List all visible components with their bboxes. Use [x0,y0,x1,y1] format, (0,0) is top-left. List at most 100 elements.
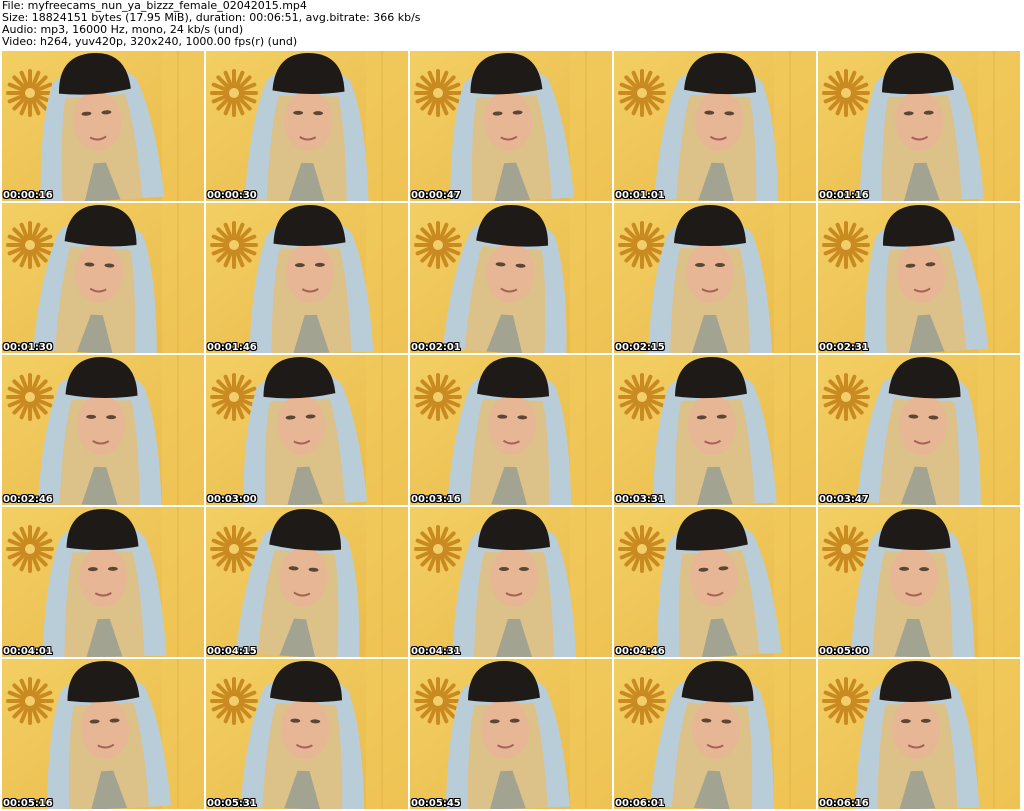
thumbnail-timestamp: 00:01:46 [207,342,257,353]
webcam-frame-image [818,203,1020,353]
sun-decoration-icon [822,677,870,725]
video-thumbnail: 00:03:31 [614,355,816,505]
thumbnail-timestamp: 00:03:00 [207,494,257,505]
thumbnail-timestamp: 00:03:47 [819,494,869,505]
sun-decoration-icon [6,373,54,421]
sun-decoration-icon [618,69,666,117]
webcam-frame-image [614,51,816,201]
webcam-frame-image [818,659,1020,809]
video-thumbnail: 00:02:46 [2,355,204,505]
thumbnail-timestamp: 00:05:31 [207,798,257,809]
sun-decoration-icon [414,221,462,269]
webcam-frame-image [614,659,816,809]
webcam-frame-image [410,355,612,505]
video-thumbnail: 00:05:45 [410,659,612,809]
sun-decoration-icon [6,677,54,725]
video-thumbnail: 00:00:30 [206,51,408,201]
thumbnail-timestamp: 00:01:01 [615,190,665,201]
video-thumbnail: 00:06:16 [818,659,1020,809]
file-info-header: File: myfreecams_nun_ya_bizzz_female_020… [2,0,1022,48]
thumbnail-timestamp: 00:01:30 [3,342,53,353]
webcam-frame-image [410,203,612,353]
sun-decoration-icon [210,373,258,421]
thumbnail-timestamp: 00:00:30 [207,190,257,201]
sun-decoration-icon [210,525,258,573]
sun-decoration-icon [6,221,54,269]
thumbnail-timestamp: 00:02:31 [819,342,869,353]
sun-decoration-icon [618,677,666,725]
video-thumbnail: 00:02:15 [614,203,816,353]
video-thumbnail: 00:05:16 [2,659,204,809]
sun-decoration-icon [6,525,54,573]
video-thumbnail: 00:04:31 [410,507,612,657]
thumbnail-timestamp: 00:03:31 [615,494,665,505]
webcam-frame-image [818,355,1020,505]
sun-decoration-icon [618,525,666,573]
thumbnail-timestamp: 00:02:15 [615,342,665,353]
webcam-frame-image [2,51,204,201]
webcam-frame-image [614,507,816,657]
webcam-frame-image [818,51,1020,201]
webcam-frame-image [206,51,408,201]
thumbnail-timestamp: 00:00:16 [3,190,53,201]
video-thumbnail: 00:00:16 [2,51,204,201]
webcam-frame-image [206,355,408,505]
thumbnail-timestamp: 00:04:31 [411,646,461,657]
webcam-frame-image [206,203,408,353]
thumbnail-timestamp: 00:02:01 [411,342,461,353]
webcam-frame-image [2,355,204,505]
thumbnail-timestamp: 00:06:01 [615,798,665,809]
thumbnail-timestamp: 00:04:01 [3,646,53,657]
video-thumbnail: 00:02:01 [410,203,612,353]
webcam-frame-image [410,507,612,657]
video-thumbnail: 00:02:31 [818,203,1020,353]
sun-decoration-icon [210,221,258,269]
video-thumbnail: 00:04:15 [206,507,408,657]
thumbnail-timestamp: 00:05:00 [819,646,869,657]
webcam-frame-image [206,507,408,657]
sun-decoration-icon [618,373,666,421]
video-thumbnail: 00:01:30 [2,203,204,353]
video-thumbnail: 00:06:01 [614,659,816,809]
webcam-frame-image [2,659,204,809]
video-thumbnail: 00:05:00 [818,507,1020,657]
thumbnail-timestamp: 00:01:16 [819,190,869,201]
thumbnail-timestamp: 00:06:16 [819,798,869,809]
sun-decoration-icon [210,677,258,725]
webcam-frame-image [206,659,408,809]
thumbnail-timestamp: 00:04:15 [207,646,257,657]
webcam-frame-image [2,507,204,657]
thumbnail-timestamp: 00:03:16 [411,494,461,505]
sun-decoration-icon [822,373,870,421]
sun-decoration-icon [414,69,462,117]
thumbnail-timestamp: 00:05:45 [411,798,461,809]
webcam-frame-image [410,51,612,201]
sun-decoration-icon [414,677,462,725]
video-thumbnail: 00:01:46 [206,203,408,353]
webcam-frame-image [2,203,204,353]
webcam-frame-image [614,355,816,505]
webcam-frame-image [410,659,612,809]
video-thumbnail: 00:05:31 [206,659,408,809]
video-thumbnail: 00:01:16 [818,51,1020,201]
video-thumbnail: 00:04:46 [614,507,816,657]
video-thumbnail: 00:03:00 [206,355,408,505]
sun-decoration-icon [822,69,870,117]
video-thumbnail: 00:03:16 [410,355,612,505]
webcam-frame-image [818,507,1020,657]
sun-decoration-icon [210,69,258,117]
webcam-frame-image [614,203,816,353]
video-thumbnail: 00:00:47 [410,51,612,201]
sun-decoration-icon [414,525,462,573]
video-thumbnail: 00:01:01 [614,51,816,201]
sun-decoration-icon [822,525,870,573]
thumbnail-grid: 00:00:16 00:00:30 00:00:47 00:01:01 00:0… [2,51,1022,811]
sun-decoration-icon [822,221,870,269]
thumbnail-timestamp: 00:02:46 [3,494,53,505]
thumbnail-timestamp: 00:04:46 [615,646,665,657]
video-thumbnail: 00:03:47 [818,355,1020,505]
sun-decoration-icon [6,69,54,117]
sun-decoration-icon [618,221,666,269]
sun-decoration-icon [414,373,462,421]
thumbnail-timestamp: 00:00:47 [411,190,461,201]
